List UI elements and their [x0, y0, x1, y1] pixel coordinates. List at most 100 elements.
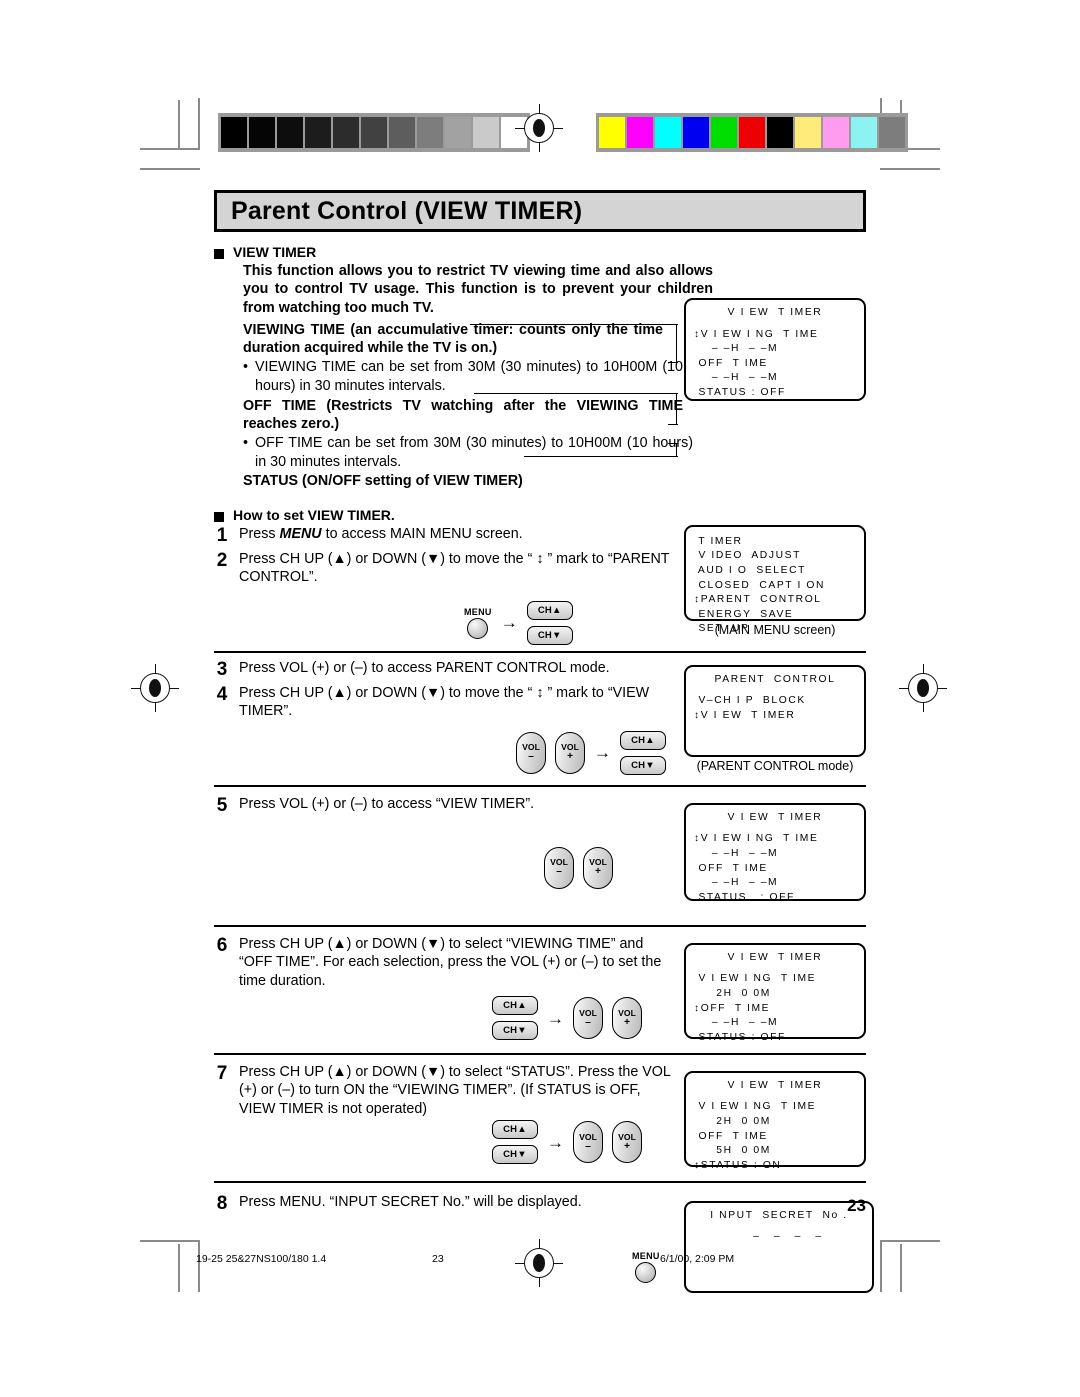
steps-block-1: 1 Press MENU to access MAIN MENU screen.…: [214, 524, 866, 645]
osd-view-timer-step6: V I EW T IMER V I EW I NG T IME 2H 0 0M …: [684, 942, 866, 1043]
step-number: 4: [216, 683, 228, 705]
osd-caption-parent-control: (PARENT CONTROL mode): [696, 758, 854, 773]
step-number: 8: [216, 1192, 228, 1214]
volume-up-button[interactable]: VOL +: [555, 731, 585, 774]
ch-up-button[interactable]: CH▲: [492, 996, 538, 1016]
color-swatch-10: [879, 117, 905, 148]
osd-line: – –H – –M: [694, 372, 779, 384]
grayscale-swatch-7: [417, 117, 443, 148]
registration-mark-right: [899, 664, 947, 712]
osd-line: – –H – –M: [694, 877, 779, 889]
volume-down-symbol: –: [585, 1016, 591, 1028]
connector-off-time: [474, 393, 686, 426]
volume-down-symbol: –: [585, 1140, 591, 1152]
osd-line-value: 2H 0 0M: [694, 987, 771, 999]
volume-up-button[interactable]: VOL +: [612, 997, 642, 1040]
grayscale-swatch-9: [473, 117, 499, 148]
osd-line: V I EW I NG T IME: [694, 1101, 817, 1113]
volume-up-button[interactable]: VOL +: [583, 846, 613, 889]
section-heading-how-to: How to set VIEW TIMER.: [214, 507, 866, 523]
registration-mark-left: [131, 664, 179, 712]
step-row: 4 Press CH UP (▲) or DOWN (▼) to move th…: [214, 684, 674, 721]
color-swatch-2: [655, 117, 681, 148]
osd-input-secret: I NPUT SECRET No . – – – –: [684, 1200, 874, 1293]
step-7-text: 7 Press CH UP (▲) or DOWN (▼) to select …: [214, 1063, 674, 1165]
page-number: 23: [847, 1196, 866, 1215]
ch-down-button[interactable]: CH▼: [620, 755, 666, 775]
steps-1-2-text: 1 Press MENU to access MAIN MENU screen.…: [214, 525, 674, 645]
color-swatch-8: [823, 117, 849, 148]
volume-down-button[interactable]: VOL –: [573, 997, 603, 1040]
footer-timestamp: 6/1/00, 2:09 PM: [660, 1253, 735, 1265]
volume-down-symbol: –: [556, 865, 562, 877]
step-number: 6: [216, 934, 228, 956]
step-8-text: 8 Press MENU. “INPUT SECRET No.” will be…: [214, 1193, 674, 1283]
volume-down-button[interactable]: VOL –: [516, 731, 546, 774]
step-text: Press CH UP (▲) or DOWN (▼) to select “V…: [239, 935, 662, 989]
osd-line: STATUS : OFF: [694, 387, 786, 399]
bullet-square-icon: [214, 511, 224, 522]
volume-down-symbol: –: [528, 750, 534, 762]
step-text-pre: Press: [239, 525, 280, 542]
intro-paragraph: This function allows you to restrict TV …: [243, 263, 713, 316]
crop-mark-top-left-outer: [140, 168, 200, 170]
step-row: 2 Press CH UP (▲) or DOWN (▼) to move th…: [214, 550, 674, 587]
osd-column-step6: V I EW T IMER V I EW I NG T IME 2H 0 0M …: [684, 942, 866, 1043]
osd-column-main-menu: T IMER V IDEO ADJUST AUD I O SELECT CLOS…: [684, 524, 866, 637]
osd-column-intro: V I EW T IMER ↕V I EW I NG T IME – –H – …: [684, 298, 866, 401]
grayscale-swatch-4: [333, 117, 359, 148]
section-divider: [214, 784, 866, 787]
page-content: Parent Control (VIEW TIMER) VIEW TIMER T…: [214, 190, 874, 1303]
menu-button-label: MENU: [632, 1250, 660, 1261]
menu-button-circle-icon: [635, 1261, 657, 1283]
osd-view-timer-initial: V I EW T IMER ↕V I EW I NG T IME – –H – …: [684, 298, 866, 401]
step-number: 7: [216, 1062, 228, 1084]
volume-down-button[interactable]: VOL –: [573, 1121, 603, 1164]
ch-up-button[interactable]: CH▲: [620, 730, 666, 750]
step-row: 7 Press CH UP (▲) or DOWN (▼) to select …: [214, 1063, 674, 1119]
section-divider: [214, 924, 866, 927]
section-divider: [214, 650, 866, 653]
menu-button[interactable]: MENU: [464, 607, 492, 639]
osd-parent-control: PARENT CONTROL V–CH I P BLOCK ↕V I EW T …: [684, 664, 866, 757]
volume-down-button[interactable]: VOL –: [544, 846, 574, 889]
osd-line: OFF T IME: [694, 357, 768, 369]
osd-line: CLOSED CAPT I ON: [694, 579, 826, 591]
osd-line: STATUS : OFF: [694, 891, 795, 903]
ch-down-button[interactable]: CH▼: [492, 1021, 538, 1041]
menu-button-label: MENU: [464, 606, 492, 617]
crop-mark-bottom-left-vertical: [198, 1240, 200, 1292]
steps-block-2: 3 Press VOL (+) or (–) to access PARENT …: [214, 659, 866, 779]
page-title-banner: Parent Control (VIEW TIMER): [214, 190, 866, 232]
step-number: 3: [216, 658, 228, 680]
step-text: Press VOL (+) or (–) to access “VIEW TIM…: [239, 795, 535, 812]
ch-down-button[interactable]: CH▼: [492, 1145, 538, 1165]
menu-button[interactable]: MENU: [632, 1251, 660, 1283]
bullet-square-icon: [214, 249, 224, 259]
step-row: 3 Press VOL (+) or (–) to access PARENT …: [214, 659, 674, 681]
volume-up-button[interactable]: VOL +: [612, 1121, 642, 1164]
ch-up-button[interactable]: CH▲: [492, 1120, 538, 1140]
step-row: 6 Press CH UP (▲) or DOWN (▼) to select …: [214, 935, 674, 991]
color-swatch-3: [683, 117, 709, 148]
grayscale-swatch-5: [361, 117, 387, 148]
ch-down-button[interactable]: CH▼: [526, 625, 573, 645]
color-swatch-0: [599, 117, 625, 148]
page-title: Parent Control (VIEW TIMER): [231, 196, 583, 225]
osd-view-timer-step5: V I EW T IMER ↕V I EW I NG T IME – –H – …: [684, 802, 866, 903]
step-number: 2: [216, 549, 228, 571]
color-swatch-1: [627, 117, 653, 148]
menu-button-circle-icon: [467, 617, 489, 639]
connector-status: [524, 443, 686, 478]
step-number: 1: [216, 524, 228, 546]
channel-button-pair: CH▲ CH▼: [492, 996, 538, 1041]
grayscale-swatch-2: [277, 117, 303, 148]
step-row: 1 Press MENU to access MAIN MENU screen.: [214, 525, 674, 547]
grayscale-swatch-0: [221, 117, 247, 148]
osd-title: V I EW T IMER: [727, 1079, 823, 1091]
bullet-viewing-time-text: VIEWING TIME can be set from 30M (30 min…: [255, 359, 683, 395]
ch-up-button[interactable]: CH▲: [526, 600, 573, 620]
section-divider: [214, 1052, 866, 1055]
volume-up-symbol: +: [624, 1140, 630, 1152]
osd-line-value: 5H 0 0M: [694, 1145, 771, 1157]
